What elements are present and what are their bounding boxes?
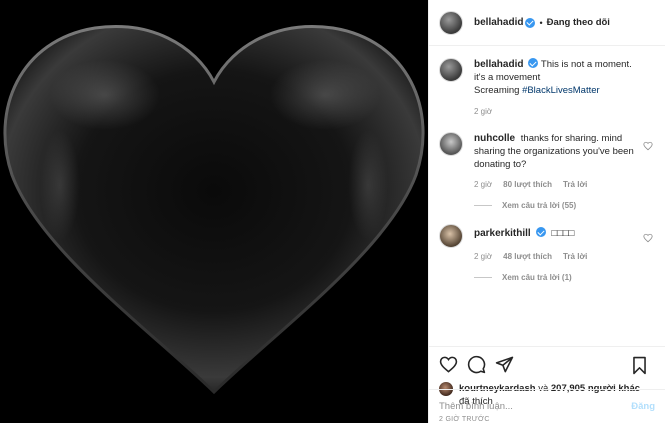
comment-meta: 2 giờ 80 lượt thích Trả lời bbox=[474, 180, 655, 189]
comment-icon[interactable] bbox=[467, 355, 486, 374]
comment-text: nuhcolle thanks for sharing. mind sharin… bbox=[474, 132, 644, 171]
like-comment-heart-icon[interactable] bbox=[643, 141, 653, 151]
verified-badge-icon bbox=[528, 58, 539, 68]
instagram-post: bellahadid • Đang theo dõi bellahadid Th… bbox=[0, 0, 665, 423]
comment-username[interactable]: parkerkithill bbox=[474, 228, 531, 239]
reply-button[interactable]: Trả lời bbox=[563, 252, 587, 261]
caption-username[interactable]: bellahadid bbox=[474, 59, 523, 70]
comment: parkerkithill □□□□ bbox=[439, 224, 655, 248]
view-replies-label[interactable]: Xem câu trả lời (55) bbox=[502, 201, 576, 210]
comment-meta: 2 giờ 48 lượt thích Trả lời bbox=[474, 252, 655, 261]
post-image[interactable] bbox=[0, 0, 428, 423]
avatar[interactable] bbox=[439, 10, 463, 35]
divider bbox=[474, 277, 492, 278]
comment-likes[interactable]: 80 lượt thích bbox=[503, 180, 552, 189]
caption-line-1: This is not a moment. bbox=[540, 59, 632, 70]
comment-time[interactable]: 2 giờ bbox=[474, 180, 492, 189]
heart-icon[interactable] bbox=[439, 355, 458, 374]
view-replies[interactable]: Xem câu trả lời (1) bbox=[474, 273, 655, 282]
caption-line-3: Screaming bbox=[474, 85, 523, 96]
post-sidebar: bellahadid • Đang theo dõi bellahadid Th… bbox=[428, 0, 665, 423]
following-button[interactable]: Đang theo dõi bbox=[547, 17, 610, 28]
comment-input[interactable] bbox=[439, 401, 632, 412]
separator: • bbox=[539, 17, 543, 28]
caption-meta: 2 giờ bbox=[474, 107, 655, 116]
black-heart-image bbox=[3, 25, 425, 395]
comment-likes[interactable]: 48 lượt thích bbox=[503, 252, 552, 261]
caption: bellahadid This is not a moment. it's a … bbox=[439, 58, 655, 97]
reply-button[interactable]: Trả lời bbox=[563, 180, 587, 189]
verified-badge-icon bbox=[525, 17, 536, 28]
caption-time[interactable]: 2 giờ bbox=[474, 107, 492, 116]
divider bbox=[474, 205, 492, 206]
hashtag-link[interactable]: #BlackLivesMatter bbox=[522, 85, 600, 96]
avatar[interactable] bbox=[439, 132, 463, 156]
comment: nuhcolle thanks for sharing. mind sharin… bbox=[439, 132, 655, 171]
bookmark-icon[interactable] bbox=[631, 356, 648, 375]
avatar[interactable] bbox=[439, 58, 463, 82]
header-username[interactable]: bellahadid bbox=[474, 17, 523, 28]
header-info: bellahadid • Đang theo dõi bbox=[474, 17, 610, 28]
share-icon[interactable] bbox=[495, 355, 514, 374]
post-comment-button[interactable]: Đăng bbox=[631, 401, 655, 412]
comment-text: parkerkithill □□□□ bbox=[474, 224, 644, 248]
comments-list[interactable]: bellahadid This is not a moment. it's a … bbox=[429, 46, 665, 346]
view-replies-label[interactable]: Xem câu trả lời (1) bbox=[502, 273, 572, 282]
verified-badge-icon bbox=[535, 227, 546, 237]
view-replies[interactable]: Xem câu trả lời (55) bbox=[474, 201, 655, 210]
action-bar bbox=[429, 346, 665, 382]
add-comment-bar: Đăng bbox=[429, 389, 665, 423]
comment-username[interactable]: nuhcolle bbox=[474, 133, 515, 144]
caption-text: bellahadid This is not a moment. it's a … bbox=[474, 58, 644, 97]
comment-time[interactable]: 2 giờ bbox=[474, 252, 492, 261]
like-comment-heart-icon[interactable] bbox=[643, 233, 653, 243]
avatar[interactable] bbox=[439, 224, 463, 248]
caption-line-2: it's a movement bbox=[474, 72, 541, 83]
post-header: bellahadid • Đang theo dõi bbox=[429, 0, 665, 46]
comment-body: □□□□ bbox=[551, 228, 575, 239]
